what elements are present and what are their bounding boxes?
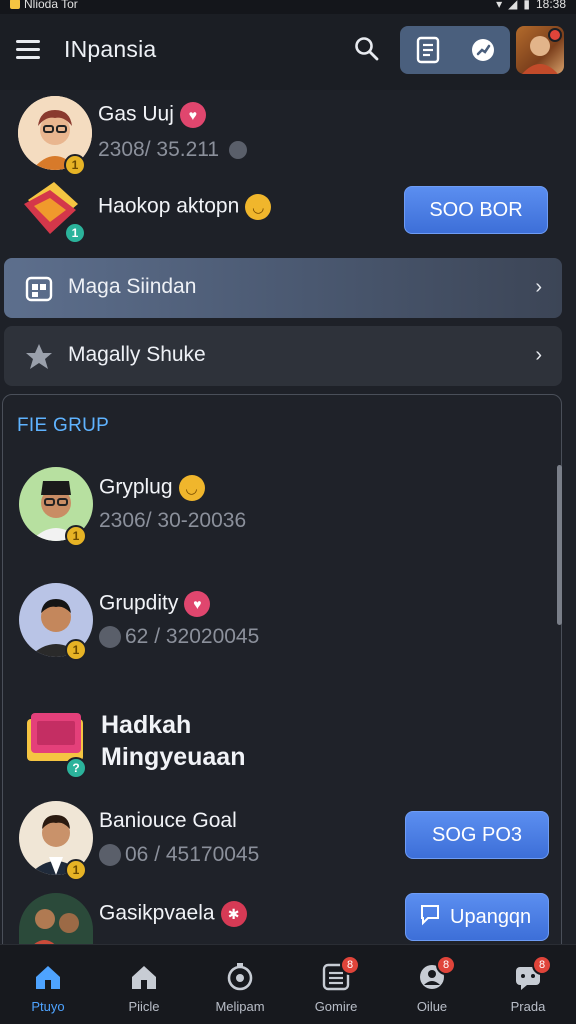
action-button[interactable]: SOG PO3: [405, 811, 549, 859]
nav-item-piicle[interactable]: Piicle: [96, 945, 192, 1024]
action-button-label: Upangqn: [450, 905, 532, 928]
level-badge: 1: [65, 525, 87, 547]
status-time: 18:38: [535, 0, 566, 11]
list-item[interactable]: 1 Grupdity ♥ 62 / 32020045: [3, 583, 543, 673]
nav-label: Gomire: [314, 999, 358, 1014]
app-title: INpansia: [64, 36, 157, 62]
notification-badge: 8: [340, 955, 360, 975]
nav-label: Oilue: [416, 999, 448, 1014]
nav-label: Prada: [510, 999, 546, 1014]
level-badge: 1: [65, 859, 87, 881]
menu-icon[interactable]: [16, 40, 42, 62]
header-action-group: [400, 26, 510, 74]
group-member-name: Gryplug: [99, 475, 173, 499]
group-member-name: Gasikpvaela: [99, 901, 215, 925]
group-panel: FIE GRUP 1 Gryplug ◡ 2306/ 30-20036 1 Gru…: [2, 394, 562, 944]
notification-badge: 8: [532, 955, 552, 975]
status-bar: Nlioda Tor ▾ ◢ ▮ 18:38: [0, 0, 576, 14]
group-member-name: Baniouce Goal: [99, 809, 237, 832]
avatar: [19, 893, 93, 944]
app-bar: INpansia: [0, 14, 576, 90]
user-mini-icon: [99, 844, 121, 867]
calendar-icon: [24, 274, 54, 304]
nav-item-ptuyo[interactable]: Ptuyo: [0, 945, 96, 1024]
user-mini-icon: [99, 626, 121, 649]
list-item[interactable]: ? Hadkah Mingyeuaan: [3, 699, 543, 789]
smile-emoji-icon: ◡: [245, 194, 272, 220]
group-member-sub: 2306/ 30-20036: [99, 509, 247, 532]
document-icon[interactable]: [413, 35, 443, 65]
nav-item-prada[interactable]: 8 Prada: [480, 945, 576, 1024]
group-member-sub: 06 / 45170045: [125, 843, 260, 866]
battery-icon: ▮: [523, 0, 530, 11]
nav-label: Melipam: [215, 999, 265, 1014]
list-item[interactable]: 1 Baniouce Goal 06 / 45170045 SOG PO3: [3, 801, 559, 891]
sparkle-emoji-icon: ✱: [220, 901, 247, 927]
content-area: 1 Gas Uuj ♥ 2308/ 35.211 1 Haokop aktopn ◡…: [0, 90, 576, 944]
action-button[interactable]: Upangqn: [405, 893, 549, 941]
nav-item-oilue[interactable]: 8 Oilue: [384, 945, 480, 1024]
level-badge: 1: [64, 222, 86, 244]
chevron-right-icon: ›: [535, 344, 542, 366]
home-icon: [32, 961, 64, 993]
star-icon: [24, 342, 54, 372]
nav-item-melipam[interactable]: Melipam: [192, 945, 288, 1024]
signal-icon: ◢: [508, 0, 518, 11]
house-icon: [128, 961, 160, 993]
level-badge: 1: [64, 154, 86, 176]
menu-item-magally-shuke[interactable]: Magally Shuke ›: [4, 326, 562, 386]
list-item[interactable]: 1 Haokop aktopn ◡ SOO BOR: [0, 180, 576, 250]
heart-emoji-icon: ♥: [179, 102, 206, 128]
menu-label: Magally Shuke: [68, 343, 206, 366]
menu-label: Maga Siindan: [68, 275, 197, 298]
contact-name: Gas Uuj: [98, 102, 174, 126]
level-badge: 1: [65, 639, 87, 661]
user-avatar[interactable]: [516, 26, 564, 74]
group-title: FIE GRUP: [17, 415, 110, 436]
bottom-nav: Ptuyo Piicle Melipam 8 Gomire 8 Oilue 8 …: [0, 944, 576, 1024]
avatar-badge: [548, 28, 562, 42]
user-mini-icon: [228, 141, 247, 160]
search-icon[interactable]: [354, 36, 382, 64]
contact-sub: 2308/ 35.211: [98, 138, 220, 161]
notification-badge: 8: [436, 955, 456, 975]
nav-label: Ptuyo: [31, 999, 65, 1014]
menu-item-maga-siindan[interactable]: Maga Siindan ›: [4, 258, 562, 318]
wifi-icon: ▾: [496, 0, 503, 11]
smile-emoji-icon: ◡: [178, 475, 205, 501]
chevron-right-icon: ›: [535, 276, 542, 298]
nav-item-gomire[interactable]: 8 Gomire: [288, 945, 384, 1024]
group-member-name: Grupdity: [99, 591, 179, 615]
list-item[interactable]: 1 Gas Uuj ♥ 2308/ 35.211: [0, 90, 576, 180]
carrier-text: Nlioda Tor: [24, 0, 78, 11]
contact-name: Haokop aktopn: [98, 194, 240, 218]
timer-icon: [224, 961, 256, 993]
list-item[interactable]: Gasikpvaela ✱ Upangqn: [3, 889, 559, 944]
chat-icon: [418, 902, 442, 932]
nav-label: Piicle: [128, 999, 160, 1014]
notification-icon: [10, 0, 20, 9]
action-button[interactable]: SOO BOR: [404, 186, 548, 234]
heart-emoji-icon: ♥: [184, 591, 211, 617]
group-item-title-line1: Hadkah: [101, 711, 192, 739]
group-member-sub: 62 / 32020045: [125, 625, 260, 648]
scrollbar[interactable]: [557, 465, 562, 625]
list-item[interactable]: 1 Gryplug ◡ 2306/ 30-20036: [3, 467, 543, 557]
group-item-title-line2: Mingyeuaan: [101, 743, 246, 771]
help-badge: ?: [65, 757, 87, 779]
chat-bubble-icon[interactable]: [468, 35, 498, 65]
